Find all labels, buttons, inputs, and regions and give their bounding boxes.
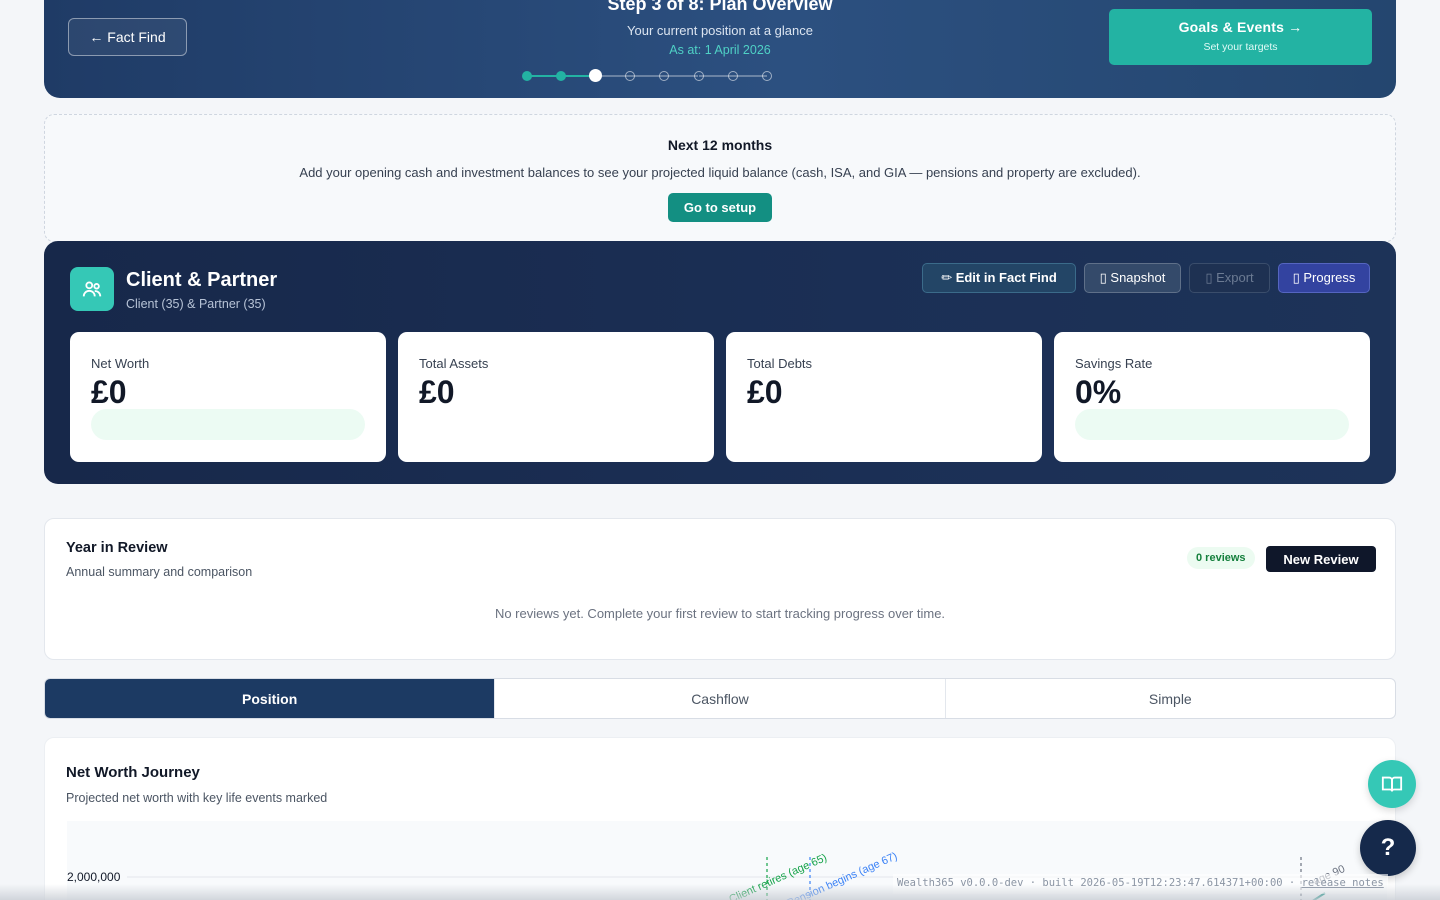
total-debts-card: Total Debts £0 (726, 332, 1042, 462)
tab-simple[interactable]: Simple (944, 679, 1395, 718)
stat-value: £0 (419, 374, 455, 410)
step-progress (522, 68, 773, 84)
step-dot-8[interactable] (762, 71, 773, 81)
next-12-months-card: Next 12 months Add your opening cash and… (44, 114, 1396, 242)
step-dot-7[interactable] (727, 71, 738, 81)
stat-label: Net Worth (91, 356, 150, 371)
new-review-button[interactable]: New Review (1266, 546, 1376, 572)
net-worth-line (1312, 892, 1326, 900)
view-tabs: Position Cashflow Simple (44, 678, 1396, 719)
progress-button[interactable]: ▯ Progress (1278, 263, 1370, 293)
people-icon (70, 267, 114, 311)
build-footer: Wealth365 v0.0.0-dev · built 2026-05-19T… (893, 874, 1388, 894)
review-title: Year in Review (66, 540, 168, 556)
step-dot-6[interactable] (693, 71, 704, 81)
stat-label: Total Assets (419, 356, 489, 371)
next-12-title: Next 12 months (667, 137, 773, 153)
book-icon (1381, 776, 1403, 792)
client-name: Client & Partner (126, 269, 278, 291)
next-12-description: Add your opening cash and investment bal… (299, 165, 1141, 180)
total-assets-card: Total Assets £0 (398, 332, 714, 462)
step-dot-5[interactable] (659, 71, 670, 81)
goals-button-title: Goals & Events → (1178, 19, 1303, 35)
stat-label: Total Debts (747, 356, 813, 371)
help-button[interactable]: ? (1360, 820, 1416, 876)
step-dot-3[interactable] (589, 69, 603, 82)
y-tick-label: 2,000,000 (67, 870, 121, 884)
build-info: Wealth365 v0.0.0-dev · built 2026-05-19T… (897, 877, 1302, 889)
review-empty-state: No reviews yet. Complete your first revi… (494, 606, 946, 621)
step-dot-4[interactable] (624, 71, 635, 81)
client-summary-panel: Client & Partner Client (35) & Partner (… (44, 241, 1396, 484)
review-subtitle: Annual summary and comparison (66, 565, 253, 579)
guide-book-button[interactable] (1368, 760, 1416, 808)
question-icon: ? (1380, 834, 1396, 861)
stat-value: £0 (91, 374, 127, 410)
year-in-review-card: Year in Review Annual summary and compar… (44, 518, 1396, 660)
stat-value: 0% (1075, 374, 1122, 410)
savings-rate-card: Savings Rate 0% (1054, 332, 1370, 462)
stat-bar (91, 409, 365, 440)
chart-subtitle: Projected net worth with key life events… (66, 791, 328, 805)
chart-title: Net Worth Journey (66, 764, 200, 781)
step-header: ← Fact Find Step 3 of 8: Plan Overview Y… (44, 0, 1396, 98)
stat-value: £0 (747, 374, 783, 410)
review-count-badge: 0 reviews (1187, 547, 1255, 569)
step-dot-2[interactable] (556, 71, 567, 81)
edit-fact-find-button[interactable]: ✏ Edit in Fact Find (922, 263, 1076, 293)
go-to-setup-button[interactable]: Go to setup (667, 193, 773, 222)
goals-button-subtitle: Set your targets (1203, 41, 1278, 53)
net-worth-card: Net Worth £0 (70, 332, 386, 462)
client-ages: Client (35) & Partner (35) (126, 297, 266, 311)
step-dot-1[interactable] (522, 71, 532, 81)
tab-cashflow[interactable]: Cashflow (494, 679, 944, 718)
stat-bar (1075, 409, 1349, 440)
export-button[interactable]: ▯ Export (1189, 263, 1270, 293)
snapshot-button[interactable]: ▯ Snapshot (1084, 263, 1181, 293)
stat-label: Savings Rate (1075, 356, 1153, 371)
release-notes-link[interactable]: release notes (1302, 877, 1384, 889)
goals-events-button[interactable]: Goals & Events → Set your targets (1109, 9, 1372, 65)
annotation-pension: Pension begins (age 67) (785, 850, 899, 900)
tab-position[interactable]: Position (45, 679, 495, 718)
